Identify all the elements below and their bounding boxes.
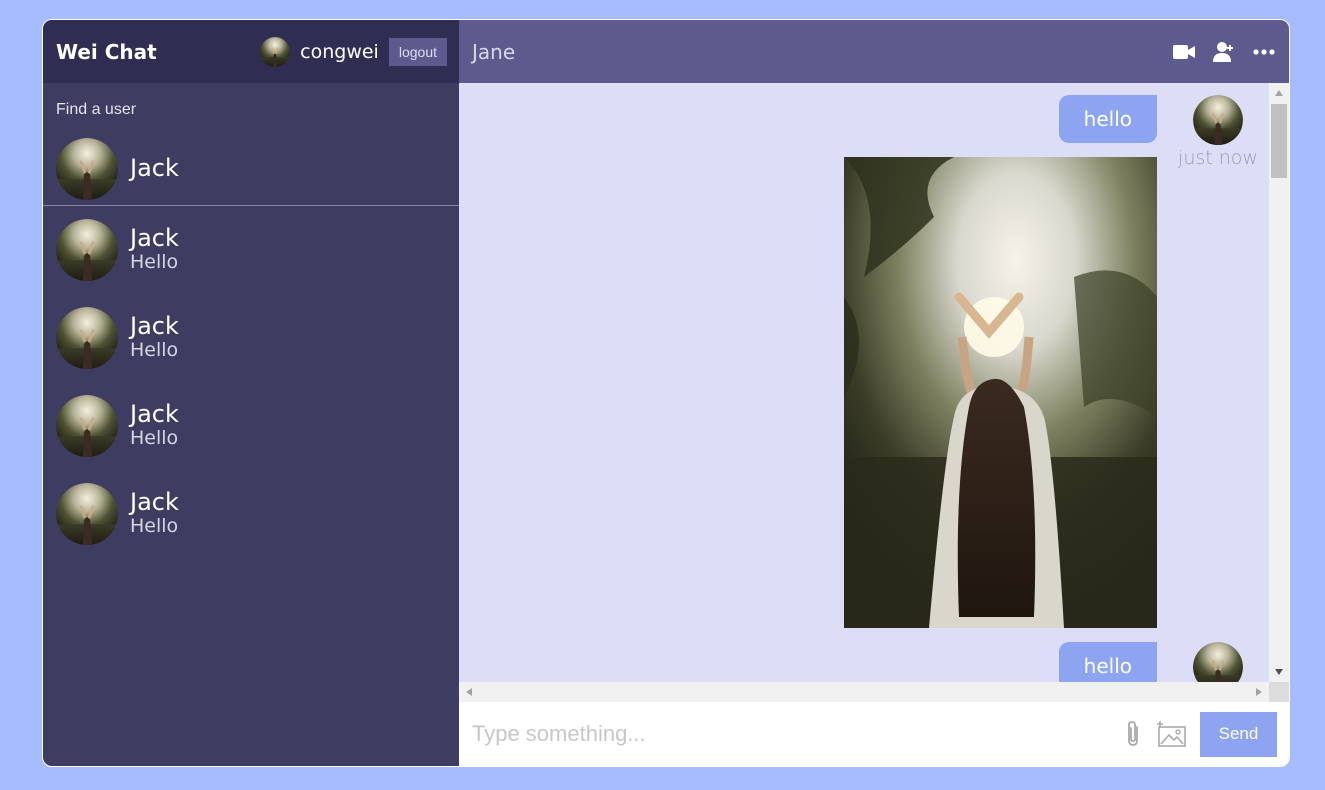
message-avatar: [1193, 642, 1243, 682]
search-result-avatar: [56, 138, 118, 200]
message-info: just now: [1178, 95, 1258, 628]
app-logo: Wei Chat: [56, 39, 157, 64]
message-bubble: hello: [1058, 95, 1157, 143]
more-icon[interactable]: [1253, 48, 1275, 55]
chat-avatar: [56, 483, 118, 545]
current-user: congwei logout: [260, 36, 447, 67]
message-owner: hello: [471, 642, 1257, 682]
message-content: hello: [1058, 642, 1157, 682]
chat-name: Jack: [130, 488, 179, 516]
attach-file-icon[interactable]: [1124, 720, 1142, 748]
chat-app: Wei Chat congwei logout Find a user Jack…: [42, 19, 1290, 767]
chat-header: Jane: [459, 20, 1289, 83]
scroll-down-icon[interactable]: [1275, 669, 1283, 675]
chat-list-item[interactable]: Jack Hello: [43, 206, 459, 294]
search-result-item[interactable]: Jack: [43, 133, 459, 205]
chat-last-message: Hello: [130, 251, 179, 274]
scroll-right-icon[interactable]: [1256, 688, 1262, 696]
message-input-bar: Send: [459, 702, 1289, 766]
chat-panel: Jane just now hello hello Type something…: [459, 20, 1289, 766]
chat-name: Jack: [130, 224, 179, 252]
logout-button[interactable]: logout: [388, 37, 447, 66]
scroll-up-icon[interactable]: [1275, 90, 1283, 96]
message-time: just now: [1178, 147, 1258, 169]
horizontal-scrollbar[interactable]: [459, 682, 1269, 702]
scrollbar-corner: [1269, 682, 1289, 702]
chat-avatar: [56, 395, 118, 457]
message-input[interactable]: [472, 721, 1124, 747]
send-button[interactable]: Send: [1200, 711, 1277, 757]
add-image-icon[interactable]: [1156, 720, 1186, 748]
chat-last-message: Hello: [130, 515, 179, 538]
chat-list-item[interactable]: Jack Hello: [43, 294, 459, 382]
current-user-avatar: [260, 36, 291, 67]
messages-viewport: just now hello hello: [459, 83, 1289, 702]
message-owner: just now hello: [471, 95, 1258, 628]
chat-last-message: Hello: [130, 427, 179, 450]
add-user-icon[interactable]: [1213, 41, 1235, 63]
search-input[interactable]: [43, 83, 459, 133]
chat-avatar: [56, 307, 118, 369]
message-info: [1179, 642, 1257, 682]
chat-avatar: [56, 219, 118, 281]
message-image[interactable]: [844, 157, 1157, 628]
message-list: just now hello hello: [459, 83, 1269, 682]
sidebar-navbar: Wei Chat congwei logout: [43, 20, 459, 83]
chat-list-item[interactable]: Jack Hello: [43, 470, 459, 558]
chat-last-message: Hello: [130, 339, 179, 362]
scrollbar-thumb[interactable]: [1271, 104, 1287, 178]
video-camera-icon[interactable]: [1173, 44, 1195, 60]
user-search: Jack: [43, 83, 459, 206]
chat-list: Jack Hello Jack Hello Jack Hello Jack He…: [43, 206, 459, 558]
message-bubble: hello: [1058, 642, 1157, 682]
chat-name: Jack: [130, 400, 179, 428]
current-user-name: congwei: [300, 40, 379, 63]
chat-list-item[interactable]: Jack Hello: [43, 382, 459, 470]
send-controls: Send: [1124, 711, 1277, 757]
chat-name: Jack: [130, 312, 179, 340]
search-result-name: Jack: [130, 154, 179, 183]
vertical-scrollbar[interactable]: [1269, 83, 1289, 682]
message-avatar: [1193, 95, 1243, 145]
scroll-left-icon[interactable]: [466, 688, 472, 696]
chat-header-icons: [1173, 41, 1275, 63]
message-content: hello: [844, 95, 1157, 628]
chat-title: Jane: [472, 39, 516, 64]
sidebar: Wei Chat congwei logout Find a user Jack…: [43, 20, 459, 766]
